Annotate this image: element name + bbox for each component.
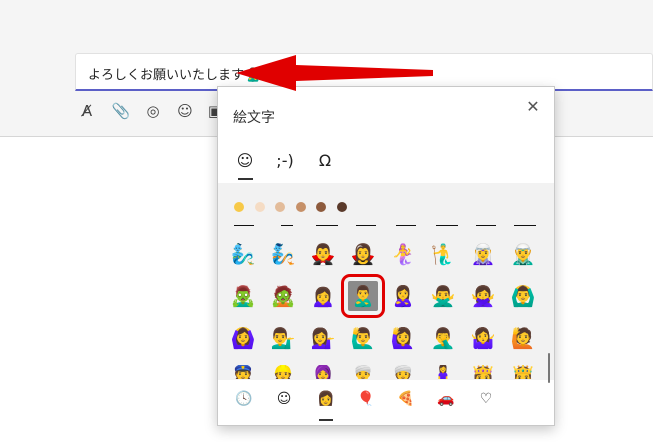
emoji-cell[interactable]: 🙆‍♂️ [508,281,538,311]
food-icon[interactable]: 🍕 [392,387,420,411]
format-icon[interactable]: A̸ [76,100,98,122]
emoji-cell[interactable]: 🧜‍♂️ [428,239,458,269]
emoji-cell[interactable]: 🧘‍♀️ [428,365,458,379]
emoji-cell[interactable]: 🧜‍♀️ [388,239,418,269]
loop-icon[interactable]: ◎ [142,100,164,122]
divider [476,225,496,226]
compose-text: よろしくお願いいたします🙎‍♂️ [88,64,261,83]
tab-kaomoji[interactable]: ;-) [270,145,300,175]
skin-tone-swatch[interactable] [337,202,347,212]
emoji-cell[interactable]: 💁‍♀️ [308,323,338,353]
emoji-cell[interactable]: 🧛‍♀️ [348,239,378,269]
scrollbar[interactable] [548,353,550,383]
category-tabs: ☺ ;-) Ω [218,139,554,183]
skin-tone-swatch[interactable] [316,202,326,212]
message-text: よろしくお願いいたします [88,68,245,83]
emoji-cell[interactable]: 🧝‍♂️ [508,239,538,269]
divider [356,225,376,226]
skin-tone-swatch[interactable] [234,202,244,212]
emoji-grid-area: 🧞‍♂️ 🧞 🧛‍♂️ 🧛‍♀️ 🧜‍♀️ 🧜‍♂️ 🧝‍♀️ 🧝‍♂️ 🧟‍♂️ 🧟 🙍‍♀️ 🙎‍… [218,183,554,383]
emoji-cell[interactable]: 💁‍♂️ [268,323,298,353]
celebration-icon[interactable]: 🎈 [352,387,380,411]
tab-symbols[interactable]: Ω [310,145,340,175]
emoji-cell[interactable]: 👮 [228,365,258,379]
panel-title: 絵文字 [233,110,275,126]
emoji-picker-panel: 絵文字 ✕ ☺ ;-) Ω 🧞‍♂️ 🧞 🧛‍♂️ 🧛‍♀️ 🧜‍♀️ 🧜‍♂️ 🧝‍♀️ 🧝… [217,86,555,426]
emoji-cell[interactable]: 🧞 [268,239,298,269]
emoji-cell[interactable]: 👳‍♂️ [348,365,378,379]
emoji-cell[interactable]: 🙋 [508,323,538,353]
tab-emoji[interactable]: ☺ [230,145,260,180]
people-icon[interactable]: 👩 [312,387,340,421]
emoji-cell[interactable]: 🧞‍♂️ [228,239,258,269]
heart-icon[interactable]: ♡ [472,387,500,411]
emoji-cell[interactable]: 🙋‍♀️ [388,323,418,353]
emoji-cell[interactable]: 🙎‍♀️ [388,281,418,311]
emoji-cell[interactable]: 🙅‍♂️ [428,281,458,311]
inserted-emoji: 🙎‍♂️ [245,68,262,83]
divider [234,225,254,226]
emoji-cell[interactable]: 🧟 [268,281,298,311]
emoji-cell[interactable]: 🧕 [308,365,338,379]
attach-icon[interactable]: 📎 [110,100,132,122]
emoji-cell[interactable]: 🤦‍♂️ [428,323,458,353]
bottom-category-tabs: 🕓 ☺ 👩 🎈 🍕 🚗 ♡ [218,381,554,425]
travel-icon[interactable]: 🚗 [432,387,460,411]
divider [281,225,293,226]
emoji-cell[interactable]: 👳‍♀️ [388,365,418,379]
emoji-cell[interactable]: 👷 [268,365,298,379]
skin-tone-swatch[interactable] [275,202,285,212]
recent-icon[interactable]: 🕓 [230,387,258,411]
selected-emoji-cell[interactable]: 🙎‍♂️ [341,274,385,318]
emoji-cell[interactable]: 🙍‍♀️ [308,281,338,311]
skin-tone-swatch[interactable] [255,202,265,212]
emoji-cell[interactable]: 🤴 [508,365,538,379]
divider [514,225,536,226]
skin-tone-swatch[interactable] [296,202,306,212]
emoji-cell[interactable]: 👸 [468,365,498,379]
divider [316,225,338,226]
emoji-cell[interactable]: 🙅‍♀️ [468,281,498,311]
emoji-cell[interactable]: 🙆‍♀️ [228,323,258,353]
emoji-cell[interactable]: 🤷‍♀️ [468,323,498,353]
emoji-cell[interactable]: 🧛‍♂️ [308,239,338,269]
emoji-cell[interactable]: 🧝‍♀️ [468,239,498,269]
divider [436,225,458,226]
emoji-cell[interactable]: 🙋‍♂️ [348,323,378,353]
emoji-icon[interactable]: ☺ [174,100,196,122]
divider [396,225,416,226]
emoji-cell[interactable]: 🧟‍♂️ [228,281,258,311]
close-icon[interactable]: ✕ [522,95,544,117]
smileys-icon[interactable]: ☺ [270,387,298,411]
